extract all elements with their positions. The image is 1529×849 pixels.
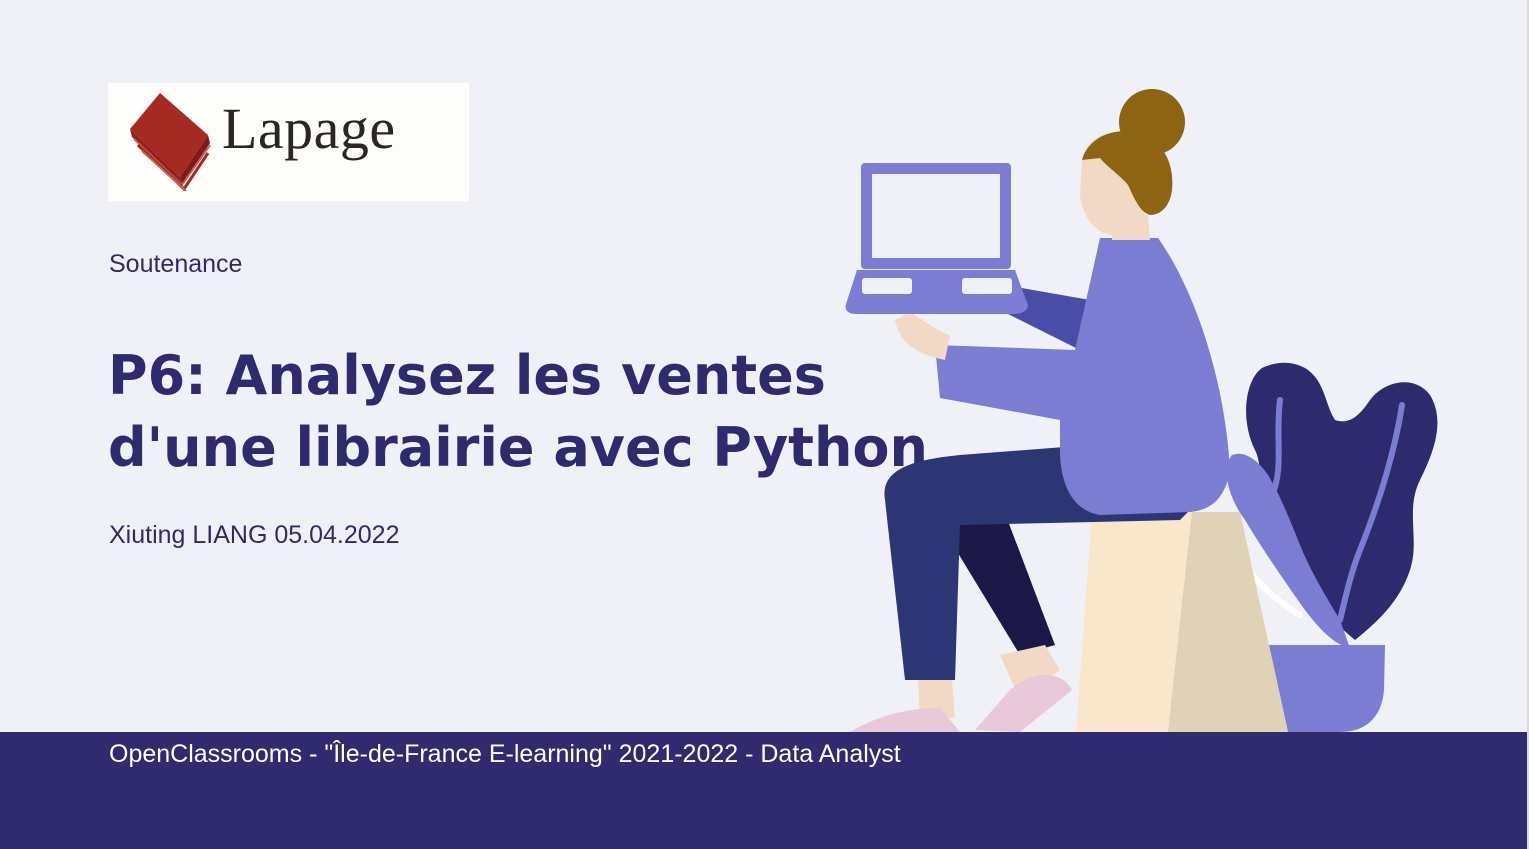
subtitle: Soutenance <box>109 250 243 278</box>
slide: Lapage Soutenance P6: Analysez les vente… <box>0 0 1527 849</box>
footer-bar: OpenClassrooms - "Île-de-France E-learni… <box>0 732 1527 849</box>
title-line-2: d'une librairie avec Python <box>108 416 928 479</box>
slide-title: P6: Analysez les ventes d'une librairie … <box>108 340 928 484</box>
woman-with-laptop-illustration <box>845 89 1438 732</box>
title-line-1: P6: Analysez les ventes <box>108 344 826 407</box>
logo-box: Lapage <box>108 83 469 201</box>
book-icon <box>130 93 211 191</box>
logo-text: Lapage <box>222 96 396 161</box>
stool-illustration <box>1076 512 1288 732</box>
footer-text: OpenClassrooms - "Île-de-France E-learni… <box>109 740 901 768</box>
laptop-illustration <box>845 163 1028 314</box>
author-date: Xiuting LIANG 05.04.2022 <box>109 521 400 549</box>
